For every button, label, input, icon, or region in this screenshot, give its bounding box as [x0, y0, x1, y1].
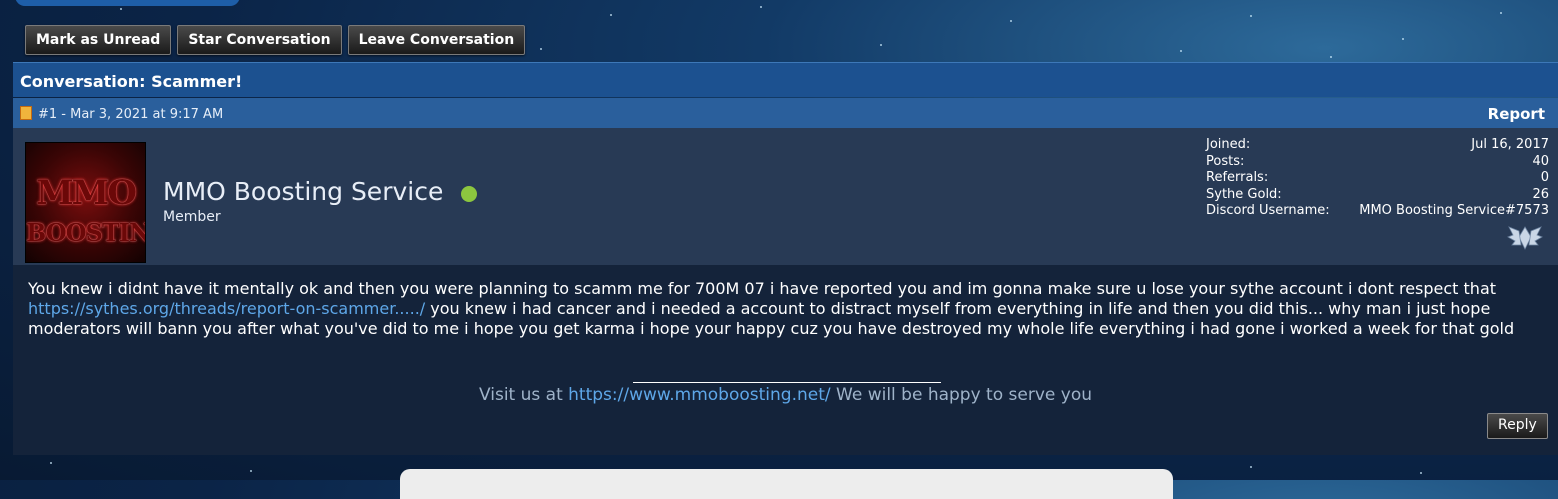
message-text: You knew i didnt have it mentally ok and…	[28, 279, 1515, 338]
avatar-text-top: MMO	[36, 173, 137, 213]
user-info-panel: MMO BOOSTING MMO Boosting Service Member…	[13, 128, 1558, 265]
signature-link[interactable]: https://www.mmoboosting.net/	[568, 385, 830, 405]
mark-unread-button[interactable]: Mark as Unread	[25, 25, 172, 55]
document-icon	[20, 106, 32, 120]
wings-badge-icon	[1507, 226, 1543, 250]
conversation-title: Conversation: Scammer!	[13, 62, 1558, 97]
signature: Visit us at https://www.mmoboosting.net/…	[479, 385, 1092, 405]
star-conversation-button[interactable]: Star Conversation	[177, 25, 342, 55]
reply-editor-box[interactable]	[400, 469, 1173, 499]
stat-joined: Joined: Jul 16, 2017	[1206, 137, 1549, 152]
reply-button[interactable]: Reply	[1487, 413, 1548, 439]
avatar-text-bottom: BOOSTING	[26, 218, 145, 247]
report-thread-link[interactable]: https://sythes.org/threads/report-on-sca…	[28, 299, 425, 318]
stat-referrals: Referrals: 0	[1206, 170, 1549, 185]
signature-divider	[633, 382, 941, 383]
top-nav-tab	[15, 0, 240, 6]
stat-discord: Discord Username: MMO Boosting Service#75…	[1206, 203, 1549, 218]
conversation-actions: Mark as Unread Star Conversation Leave C…	[25, 25, 526, 55]
stat-sythe-gold: Sythe Gold: 26	[1206, 186, 1549, 202]
stat-posts: Posts: 40	[1206, 153, 1549, 169]
post-number-date: #1 - Mar 3, 2021 at 9:17 AM	[38, 107, 224, 122]
avatar[interactable]: MMO BOOSTING	[25, 142, 146, 263]
user-title: Member	[163, 209, 221, 225]
leave-conversation-button[interactable]: Leave Conversation	[347, 25, 526, 55]
user-stats: Joined: Jul 16, 2017 Posts: 40 Referrals: 0…	[1206, 137, 1549, 220]
post-body: You knew i didnt have it mentally ok and…	[13, 265, 1558, 455]
report-link[interactable]: Report	[1488, 105, 1545, 123]
online-status-icon	[461, 186, 477, 202]
username[interactable]: MMO Boosting Service	[163, 177, 443, 206]
post-header: #1 - Mar 3, 2021 at 9:17 AM Report	[13, 98, 1558, 128]
